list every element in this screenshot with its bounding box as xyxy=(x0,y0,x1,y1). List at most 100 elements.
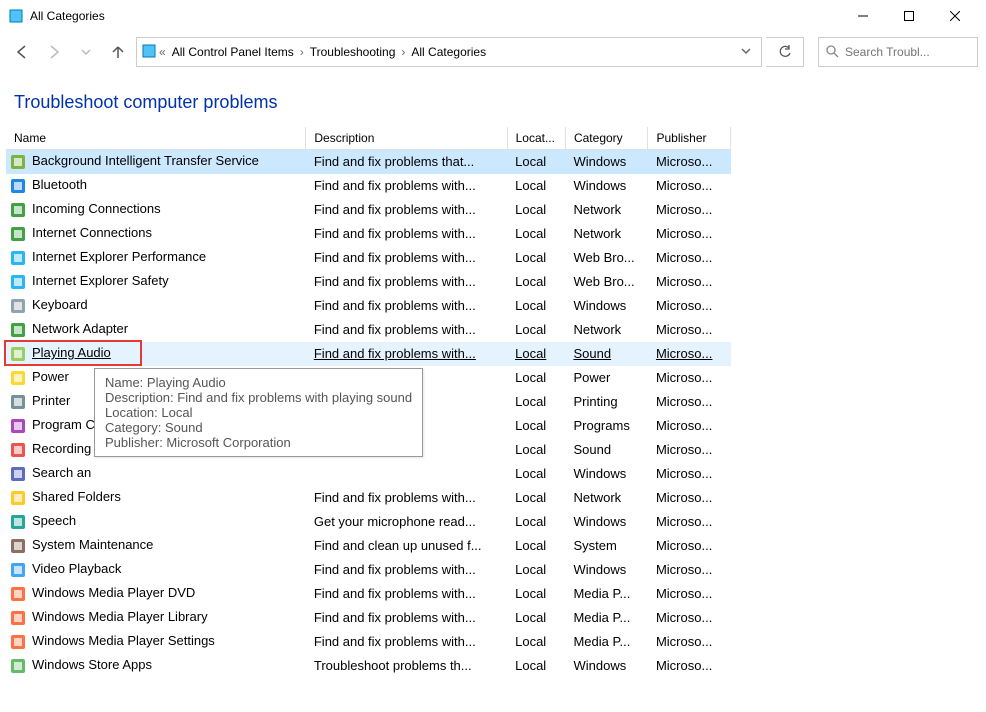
row-name: Speech xyxy=(32,513,76,528)
row-description: Find and fix problems with... xyxy=(306,294,507,318)
row-publisher: Microso... xyxy=(648,414,731,438)
row-publisher: Microso... xyxy=(648,174,731,198)
bits-icon xyxy=(10,154,26,170)
table-row[interactable]: BluetoothFind and fix problems with...Lo… xyxy=(6,174,731,198)
col-location[interactable]: Locat... xyxy=(507,127,565,150)
table-row[interactable]: Internet ConnectionsFind and fix problem… xyxy=(6,222,731,246)
row-category: Web Bro... xyxy=(565,270,648,294)
search-icon xyxy=(825,44,839,61)
ie-icon xyxy=(10,250,26,266)
row-name: Search an xyxy=(32,465,91,480)
row-publisher: Microso... xyxy=(648,462,731,486)
row-name: Internet Explorer Safety xyxy=(32,273,169,288)
audio-icon xyxy=(10,346,26,362)
row-category: Windows xyxy=(565,294,648,318)
table-row[interactable]: Shared FoldersFind and fix problems with… xyxy=(6,486,731,510)
search-box[interactable] xyxy=(818,37,978,67)
row-category: Windows xyxy=(565,558,648,582)
power-icon xyxy=(10,370,26,386)
table-row[interactable]: Network Adapter Find and fix problems wit… xyxy=(6,318,731,342)
search-input[interactable] xyxy=(845,45,971,59)
row-name: Bluetooth xyxy=(32,177,87,192)
row-category: Windows xyxy=(565,462,648,486)
table-row[interactable]: Incoming ConnectionsFind and fix problem… xyxy=(6,198,731,222)
refresh-button[interactable] xyxy=(766,37,804,67)
table-row[interactable]: Search anLocalWindowsMicroso... xyxy=(6,462,731,486)
col-publisher[interactable]: Publisher xyxy=(648,127,731,150)
minimize-button[interactable] xyxy=(840,1,886,31)
row-publisher: Microso... xyxy=(648,438,731,462)
row-publisher: Microso... xyxy=(648,246,731,270)
search-icon-row xyxy=(10,466,26,482)
video-icon xyxy=(10,562,26,578)
row-publisher: Microso... xyxy=(648,390,731,414)
toolbar: « All Control Panel Items › Troubleshoot… xyxy=(0,32,986,72)
row-category: Windows xyxy=(565,654,648,678)
row-description: Find and fix problems with... xyxy=(306,630,507,654)
system-icon xyxy=(10,538,26,554)
row-name: Power xyxy=(32,369,69,384)
tooltip-line: Name: Playing Audio xyxy=(105,375,412,390)
row-name: Background Intelligent Transfer Service xyxy=(32,153,259,168)
row-publisher: Microso... xyxy=(648,198,731,222)
network-icon xyxy=(10,226,26,242)
close-button[interactable] xyxy=(932,1,978,31)
row-category: Network xyxy=(565,318,648,342)
row-name: Program C xyxy=(32,417,95,432)
row-name: Windows Media Player Settings xyxy=(32,633,215,648)
row-location: Local xyxy=(507,582,565,606)
tooltip-line: Description: Find and fix problems with … xyxy=(105,390,412,405)
row-category: Windows xyxy=(565,150,648,174)
row-category: Web Bro... xyxy=(565,246,648,270)
up-button[interactable] xyxy=(104,38,132,66)
back-button[interactable] xyxy=(8,38,36,66)
row-location: Local xyxy=(507,630,565,654)
row-name: Playing Audio xyxy=(32,345,111,360)
recent-dropdown[interactable] xyxy=(72,38,100,66)
row-category: Media P... xyxy=(565,606,648,630)
table-row[interactable]: Background Intelligent Transfer ServiceF… xyxy=(6,150,731,174)
table-row[interactable]: Video PlaybackFind and fix problems with… xyxy=(6,558,731,582)
row-publisher: Microso... xyxy=(648,630,731,654)
breadcrumb-item[interactable]: All Control Panel Items xyxy=(168,45,298,59)
row-location: Local xyxy=(507,270,565,294)
row-location: Local xyxy=(507,510,565,534)
table-row[interactable]: System MaintenanceFind and clean up unus… xyxy=(6,534,731,558)
table-row[interactable]: Windows Media Player Settings Find and fi… xyxy=(6,630,731,654)
row-location: Local xyxy=(507,414,565,438)
row-description: Find and fix problems with... xyxy=(306,582,507,606)
row-publisher: Microso... xyxy=(648,654,731,678)
table-row[interactable]: Windows Media Player LibraryFind and fix… xyxy=(6,606,731,630)
row-name: System Maintenance xyxy=(32,537,153,552)
table-row[interactable]: Playing AudioFind and fix problems with.… xyxy=(6,342,731,366)
row-publisher: Microso... xyxy=(648,510,731,534)
table-row[interactable]: Internet Explorer SafetyFind and fix pro… xyxy=(6,270,731,294)
row-description: Find and fix problems with... xyxy=(306,318,507,342)
breadcrumb-item[interactable]: All Categories xyxy=(407,45,490,59)
row-location: Local xyxy=(507,654,565,678)
row-description: Find and fix problems with... xyxy=(306,558,507,582)
wmp-icon xyxy=(10,586,26,602)
row-name: Recording xyxy=(32,441,91,456)
maximize-button[interactable] xyxy=(886,1,932,31)
row-category: System xyxy=(565,534,648,558)
address-dropdown[interactable] xyxy=(735,45,757,59)
row-location: Local xyxy=(507,534,565,558)
recording-icon xyxy=(10,442,26,458)
table-row[interactable]: Internet Explorer PerformanceFind and fi… xyxy=(6,246,731,270)
forward-button[interactable] xyxy=(40,38,68,66)
table-row[interactable]: Windows Store AppsTroubleshoot problems … xyxy=(6,654,731,678)
row-location: Local xyxy=(507,606,565,630)
col-category[interactable]: Category xyxy=(565,127,648,150)
row-category: Programs xyxy=(565,414,648,438)
breadcrumb-item[interactable]: Troubleshooting xyxy=(306,45,400,59)
col-description[interactable]: Description xyxy=(306,127,507,150)
table-row[interactable]: Windows Media Player DVDFind and fix pro… xyxy=(6,582,731,606)
table-row[interactable]: KeyboardFind and fix problems with...Loc… xyxy=(6,294,731,318)
table-row[interactable]: SpeechGet your microphone read...LocalWi… xyxy=(6,510,731,534)
tooltip-line: Location: Local xyxy=(105,405,412,420)
row-name: Network Adapter xyxy=(32,321,128,336)
col-name[interactable]: Name xyxy=(6,127,306,150)
row-category: Network xyxy=(565,198,648,222)
address-bar[interactable]: « All Control Panel Items › Troubleshoot… xyxy=(136,37,762,67)
